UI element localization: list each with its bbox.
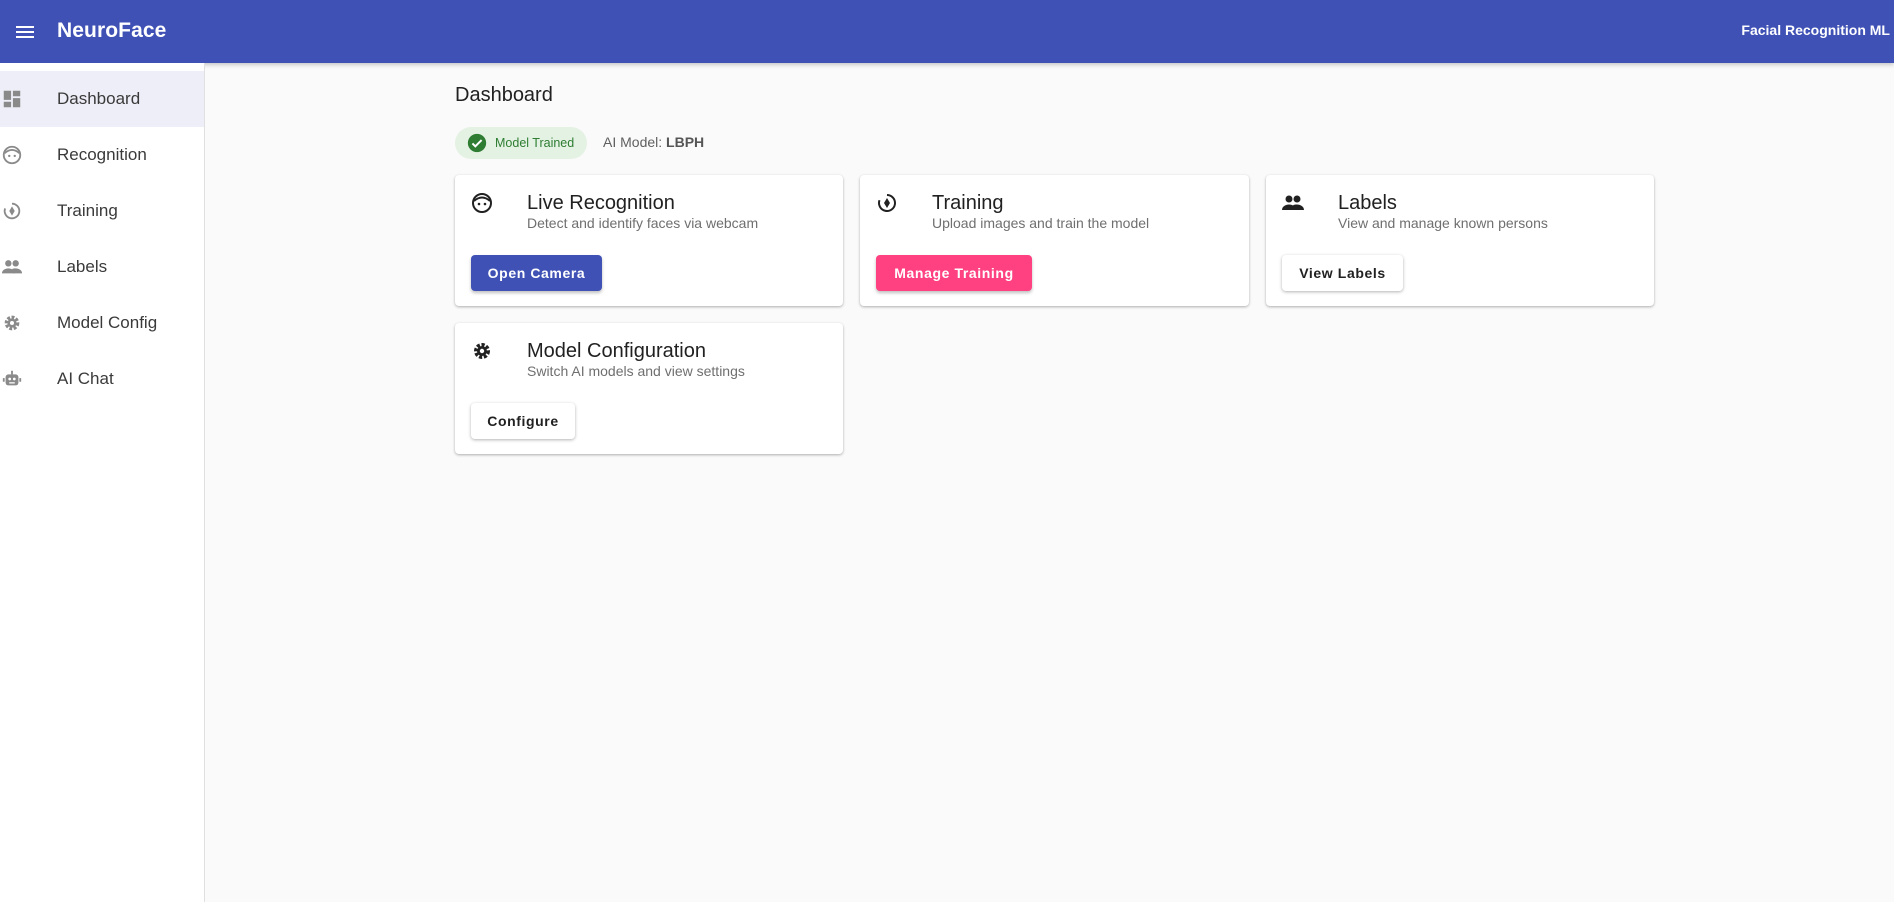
sidebar-item-label: Recognition <box>57 145 147 164</box>
sidebar-item-recognition[interactable]: Recognition <box>0 127 204 183</box>
gear-icon <box>474 343 490 359</box>
card-live-recognition: Live Recognition Detect and identify fac… <box>455 175 843 306</box>
model-info: AI Model: LBPH <box>603 134 704 150</box>
status-badge: Model Trained <box>455 127 587 159</box>
people-icon <box>1282 195 1304 210</box>
sidebar: Dashboard Recognition Training Labels Mo… <box>0 63 205 902</box>
card-labels: Labels View and manage known persons Vie… <box>1266 175 1654 306</box>
configure-button[interactable]: Configure <box>471 403 575 439</box>
sidebar-item-label: Training <box>57 201 118 220</box>
app-title: NeuroFace <box>57 19 167 42</box>
sidebar-item-label: AI Chat <box>57 369 114 388</box>
card-model-configuration: Model Configuration Switch AI models and… <box>455 323 843 454</box>
status-badge-label: Model Trained <box>495 136 575 150</box>
model-info-prefix: AI Model: <box>603 134 663 150</box>
view-labels-button[interactable]: View Labels <box>1282 255 1403 291</box>
face-icon <box>472 193 492 213</box>
open-camera-button[interactable]: Open Camera <box>471 255 602 291</box>
dashboard-icon <box>3 90 21 108</box>
sidebar-item-label: Labels <box>57 257 108 276</box>
sidebar-item-model-config[interactable]: Model Config <box>0 295 204 351</box>
gear-icon <box>4 315 20 331</box>
menu-icon[interactable] <box>13 20 37 44</box>
card-title: Labels <box>1338 192 1397 214</box>
face-icon <box>2 145 22 165</box>
app-subtitle: Facial Recognition ML <box>1741 22 1890 38</box>
training-icon <box>3 202 21 220</box>
card-subtitle: Detect and identify faces via webcam <box>527 215 759 231</box>
sidebar-item-training[interactable]: Training <box>0 183 204 239</box>
card-title: Live Recognition <box>527 192 675 214</box>
card-training: Training Upload images and train the mod… <box>860 175 1249 306</box>
model-info-value: LBPH <box>666 134 705 150</box>
sidebar-item-labels[interactable]: Labels <box>0 239 204 295</box>
manage-training-button[interactable]: Manage Training <box>876 255 1032 291</box>
card-title: Model Configuration <box>527 340 706 362</box>
card-subtitle: Upload images and train the model <box>932 215 1150 231</box>
sidebar-item-label: Model Config <box>57 313 158 332</box>
card-title: Training <box>932 192 1004 214</box>
people-icon <box>1 260 23 274</box>
app-bar: NeuroFace Facial Recognition ML <box>0 0 1894 63</box>
training-icon <box>878 194 896 212</box>
page-title: Dashboard <box>455 84 553 106</box>
card-subtitle: View and manage known persons <box>1338 215 1548 231</box>
sidebar-item-ai-chat[interactable]: AI Chat <box>0 351 204 407</box>
robot-icon <box>2 370 22 386</box>
check-circle-icon <box>467 133 487 153</box>
card-subtitle: Switch AI models and view settings <box>527 363 745 379</box>
sidebar-item-label: Dashboard <box>57 89 141 108</box>
sidebar-item-dashboard[interactable]: Dashboard <box>0 71 204 127</box>
